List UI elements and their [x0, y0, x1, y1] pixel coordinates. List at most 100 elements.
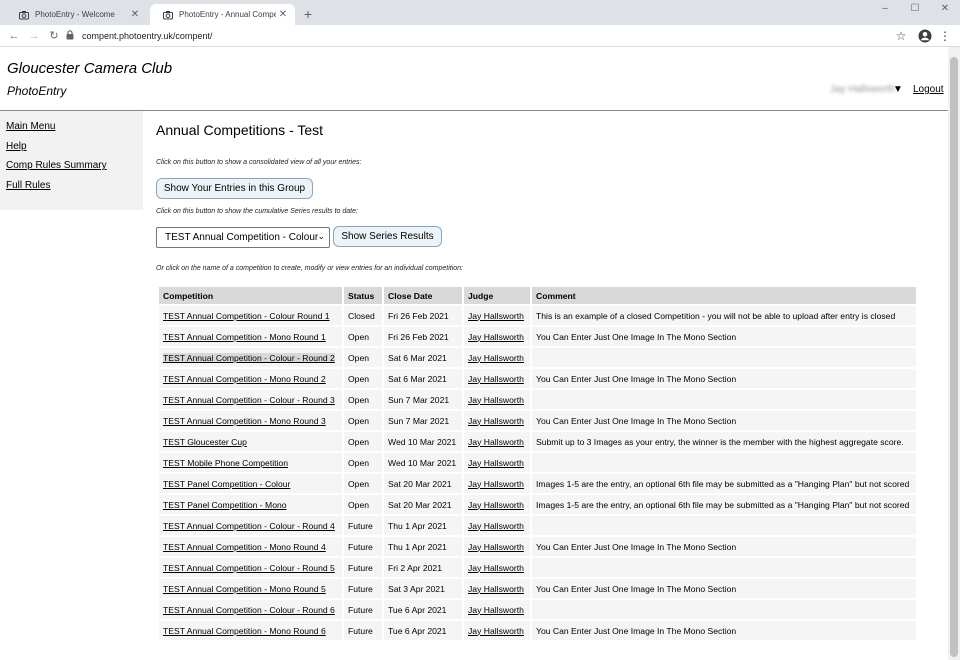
close-window-icon[interactable]: ✕ — [930, 2, 960, 16]
browser-tab-welcome[interactable]: PhotoEntry - Welcome ✕ — [6, 4, 147, 25]
competition-link-text[interactable]: TEST Annual Competition - Mono Round 6 — [163, 626, 326, 636]
browser-tab-bar: PhotoEntry - Welcome ✕ PhotoEntry - Annu… — [0, 0, 960, 25]
judge-link[interactable]: Jay Hallsworth — [464, 390, 530, 409]
judge-link[interactable]: Jay Hallsworth — [464, 474, 530, 493]
competition-link[interactable]: TEST Annual Competition - Colour Round 1 — [159, 306, 342, 325]
competition-link-text[interactable]: TEST Annual Competition - Mono Round 4 — [163, 542, 326, 552]
competition-link-text[interactable]: TEST Annual Competition - Colour - Round… — [163, 352, 335, 363]
judge-link[interactable]: Jay Hallsworth — [464, 432, 530, 451]
judge-link-text[interactable]: Jay Hallsworth — [468, 311, 524, 321]
judge-link[interactable]: Jay Hallsworth — [464, 621, 530, 640]
sidebar-item-comp-rules-summary[interactable]: Comp Rules Summary — [6, 160, 107, 171]
judge-link-text[interactable]: Jay Hallsworth — [468, 437, 524, 447]
judge-link-text[interactable]: Jay Hallsworth — [468, 395, 524, 405]
reload-icon[interactable]: ↻ — [46, 28, 62, 44]
status-cell-text: Open — [348, 415, 370, 426]
competition-link-text[interactable]: TEST Annual Competition - Mono Round 2 — [163, 374, 326, 384]
close-icon[interactable]: ✕ — [128, 9, 142, 20]
competition-link[interactable]: TEST Annual Competition - Mono Round 5 — [159, 579, 342, 598]
judge-link[interactable]: Jay Hallsworth — [464, 327, 530, 346]
table-row: TEST Annual Competition - Mono Round 2 Op… — [159, 369, 916, 388]
back-arrow-icon[interactable]: ← — [6, 28, 22, 44]
close-icon[interactable]: ✕ — [276, 9, 290, 20]
judge-link[interactable]: Jay Hallsworth — [464, 369, 530, 388]
scrollbar-thumb[interactable] — [950, 57, 958, 657]
competition-link-text[interactable]: TEST Annual Competition - Colour - Round… — [163, 395, 335, 405]
competition-link[interactable]: TEST Annual Competition - Colour - Round… — [159, 516, 342, 535]
hint-entries: Click on this button to show a consolida… — [156, 159, 362, 166]
judge-link-text[interactable]: Jay Hallsworth — [468, 479, 524, 489]
competition-link[interactable]: TEST Annual Competition - Colour - Round… — [159, 558, 342, 577]
judge-link-text[interactable]: Jay Hallsworth — [468, 626, 524, 636]
browser-tab-annual-competitions[interactable]: PhotoEntry - Annual Competitio ✕ — [150, 4, 295, 25]
comment-cell: You Can Enter Just One Image In The Mono… — [532, 411, 916, 430]
competition-link-text[interactable]: TEST Annual Competition - Mono Round 5 — [163, 584, 326, 594]
judge-link-text[interactable]: Jay Hallsworth — [468, 584, 524, 594]
competition-link[interactable]: TEST Annual Competition - Mono Round 1 — [159, 327, 342, 346]
competition-link[interactable]: TEST Panel Competition - Colour — [159, 474, 342, 493]
judge-link-text[interactable]: Jay Hallsworth — [468, 605, 524, 615]
judge-link-text[interactable]: Jay Hallsworth — [468, 458, 524, 468]
judge-link[interactable]: Jay Hallsworth — [464, 579, 530, 598]
scrollbar[interactable] — [948, 47, 960, 660]
judge-link[interactable]: Jay Hallsworth — [464, 411, 530, 430]
competition-link-text[interactable]: TEST Panel Competition - Mono — [163, 500, 287, 510]
judge-link-text[interactable]: Jay Hallsworth — [468, 500, 524, 510]
minimize-icon[interactable]: – — [870, 2, 900, 16]
address-bar[interactable]: compent.photoentry.uk/compent/ — [66, 27, 890, 45]
competition-link-text[interactable]: TEST Annual Competition - Mono Round 3 — [163, 416, 326, 426]
judge-link[interactable]: Jay Hallsworth — [464, 306, 530, 325]
judge-link-text[interactable]: Jay Hallsworth — [468, 353, 524, 363]
sidebar-item-help[interactable]: Help — [6, 141, 27, 152]
competition-link[interactable]: TEST Annual Competition - Mono Round 3 — [159, 411, 342, 430]
judge-link-text[interactable]: Jay Hallsworth — [468, 542, 524, 552]
competition-link[interactable]: TEST Annual Competition - Colour - Round… — [159, 390, 342, 409]
star-icon[interactable]: ☆ — [893, 28, 909, 44]
competition-link-text[interactable]: TEST Annual Competition - Colour - Round… — [163, 605, 335, 615]
judge-link-text[interactable]: Jay Hallsworth — [468, 416, 524, 426]
competition-link-text[interactable]: TEST Mobile Phone Competition — [163, 458, 288, 468]
judge-link[interactable]: Jay Hallsworth — [464, 348, 530, 367]
judge-link-text[interactable]: Jay Hallsworth — [468, 521, 524, 531]
more-vert-icon[interactable]: ⋮ — [937, 28, 953, 44]
competition-link[interactable]: TEST Mobile Phone Competition — [159, 453, 342, 472]
judge-link[interactable]: Jay Hallsworth — [464, 558, 530, 577]
status-cell-text: Open — [348, 352, 370, 363]
competition-link-text[interactable]: TEST Annual Competition - Colour - Round… — [163, 563, 335, 573]
competition-link[interactable]: TEST Annual Competition - Colour - Round… — [159, 348, 342, 367]
forward-arrow-icon[interactable]: → — [26, 28, 42, 44]
user-menu[interactable]: Jay Hallsworth — [830, 84, 895, 95]
logout-link[interactable]: Logout — [913, 84, 944, 95]
judge-link[interactable]: Jay Hallsworth — [464, 537, 530, 556]
competition-link[interactable]: TEST Annual Competition - Mono Round 6 — [159, 621, 342, 640]
close-date-cell-text: Thu 1 Apr 2021 — [388, 520, 447, 531]
competition-link-text[interactable]: TEST Annual Competition - Colour - Round… — [163, 521, 335, 531]
judge-link[interactable]: Jay Hallsworth — [464, 495, 530, 514]
show-entries-button[interactable]: Show Your Entries in this Group — [156, 178, 313, 199]
competition-link[interactable]: TEST Panel Competition - Mono — [159, 495, 342, 514]
competition-link-text[interactable]: TEST Annual Competition - Colour Round 1 — [163, 311, 330, 321]
sidebar-item-full-rules[interactable]: Full Rules — [6, 180, 50, 191]
competition-link-text[interactable]: TEST Annual Competition - Mono Round 1 — [163, 332, 326, 342]
show-series-results-button[interactable]: Show Series Results — [333, 226, 442, 247]
judge-link-text[interactable]: Jay Hallsworth — [468, 332, 524, 342]
series-select[interactable]: TEST Annual Competition - Colour ⌄ — [156, 227, 330, 248]
judge-link[interactable]: Jay Hallsworth — [464, 453, 530, 472]
status-cell: Open — [344, 369, 382, 388]
competition-link[interactable]: TEST Gloucester Cup — [159, 432, 342, 451]
judge-link-text[interactable]: Jay Hallsworth — [468, 374, 524, 384]
competition-link[interactable]: TEST Annual Competition - Colour - Round… — [159, 600, 342, 619]
plus-icon[interactable]: + — [300, 6, 316, 22]
judge-link[interactable]: Jay Hallsworth — [464, 600, 530, 619]
judge-link[interactable]: Jay Hallsworth — [464, 516, 530, 535]
caret-down-icon[interactable]: ▼ — [893, 84, 903, 95]
competition-link-text[interactable]: TEST Panel Competition - Colour — [163, 479, 290, 489]
status-cell: Future — [344, 579, 382, 598]
competition-link[interactable]: TEST Annual Competition - Mono Round 2 — [159, 369, 342, 388]
sidebar-item-main-menu[interactable]: Main Menu — [6, 121, 55, 132]
maximize-icon[interactable]: ☐ — [900, 2, 930, 16]
competition-link[interactable]: TEST Annual Competition - Mono Round 4 — [159, 537, 342, 556]
judge-link-text[interactable]: Jay Hallsworth — [468, 563, 524, 573]
competition-link-text[interactable]: TEST Gloucester Cup — [163, 437, 247, 447]
profile-icon[interactable] — [917, 28, 933, 44]
